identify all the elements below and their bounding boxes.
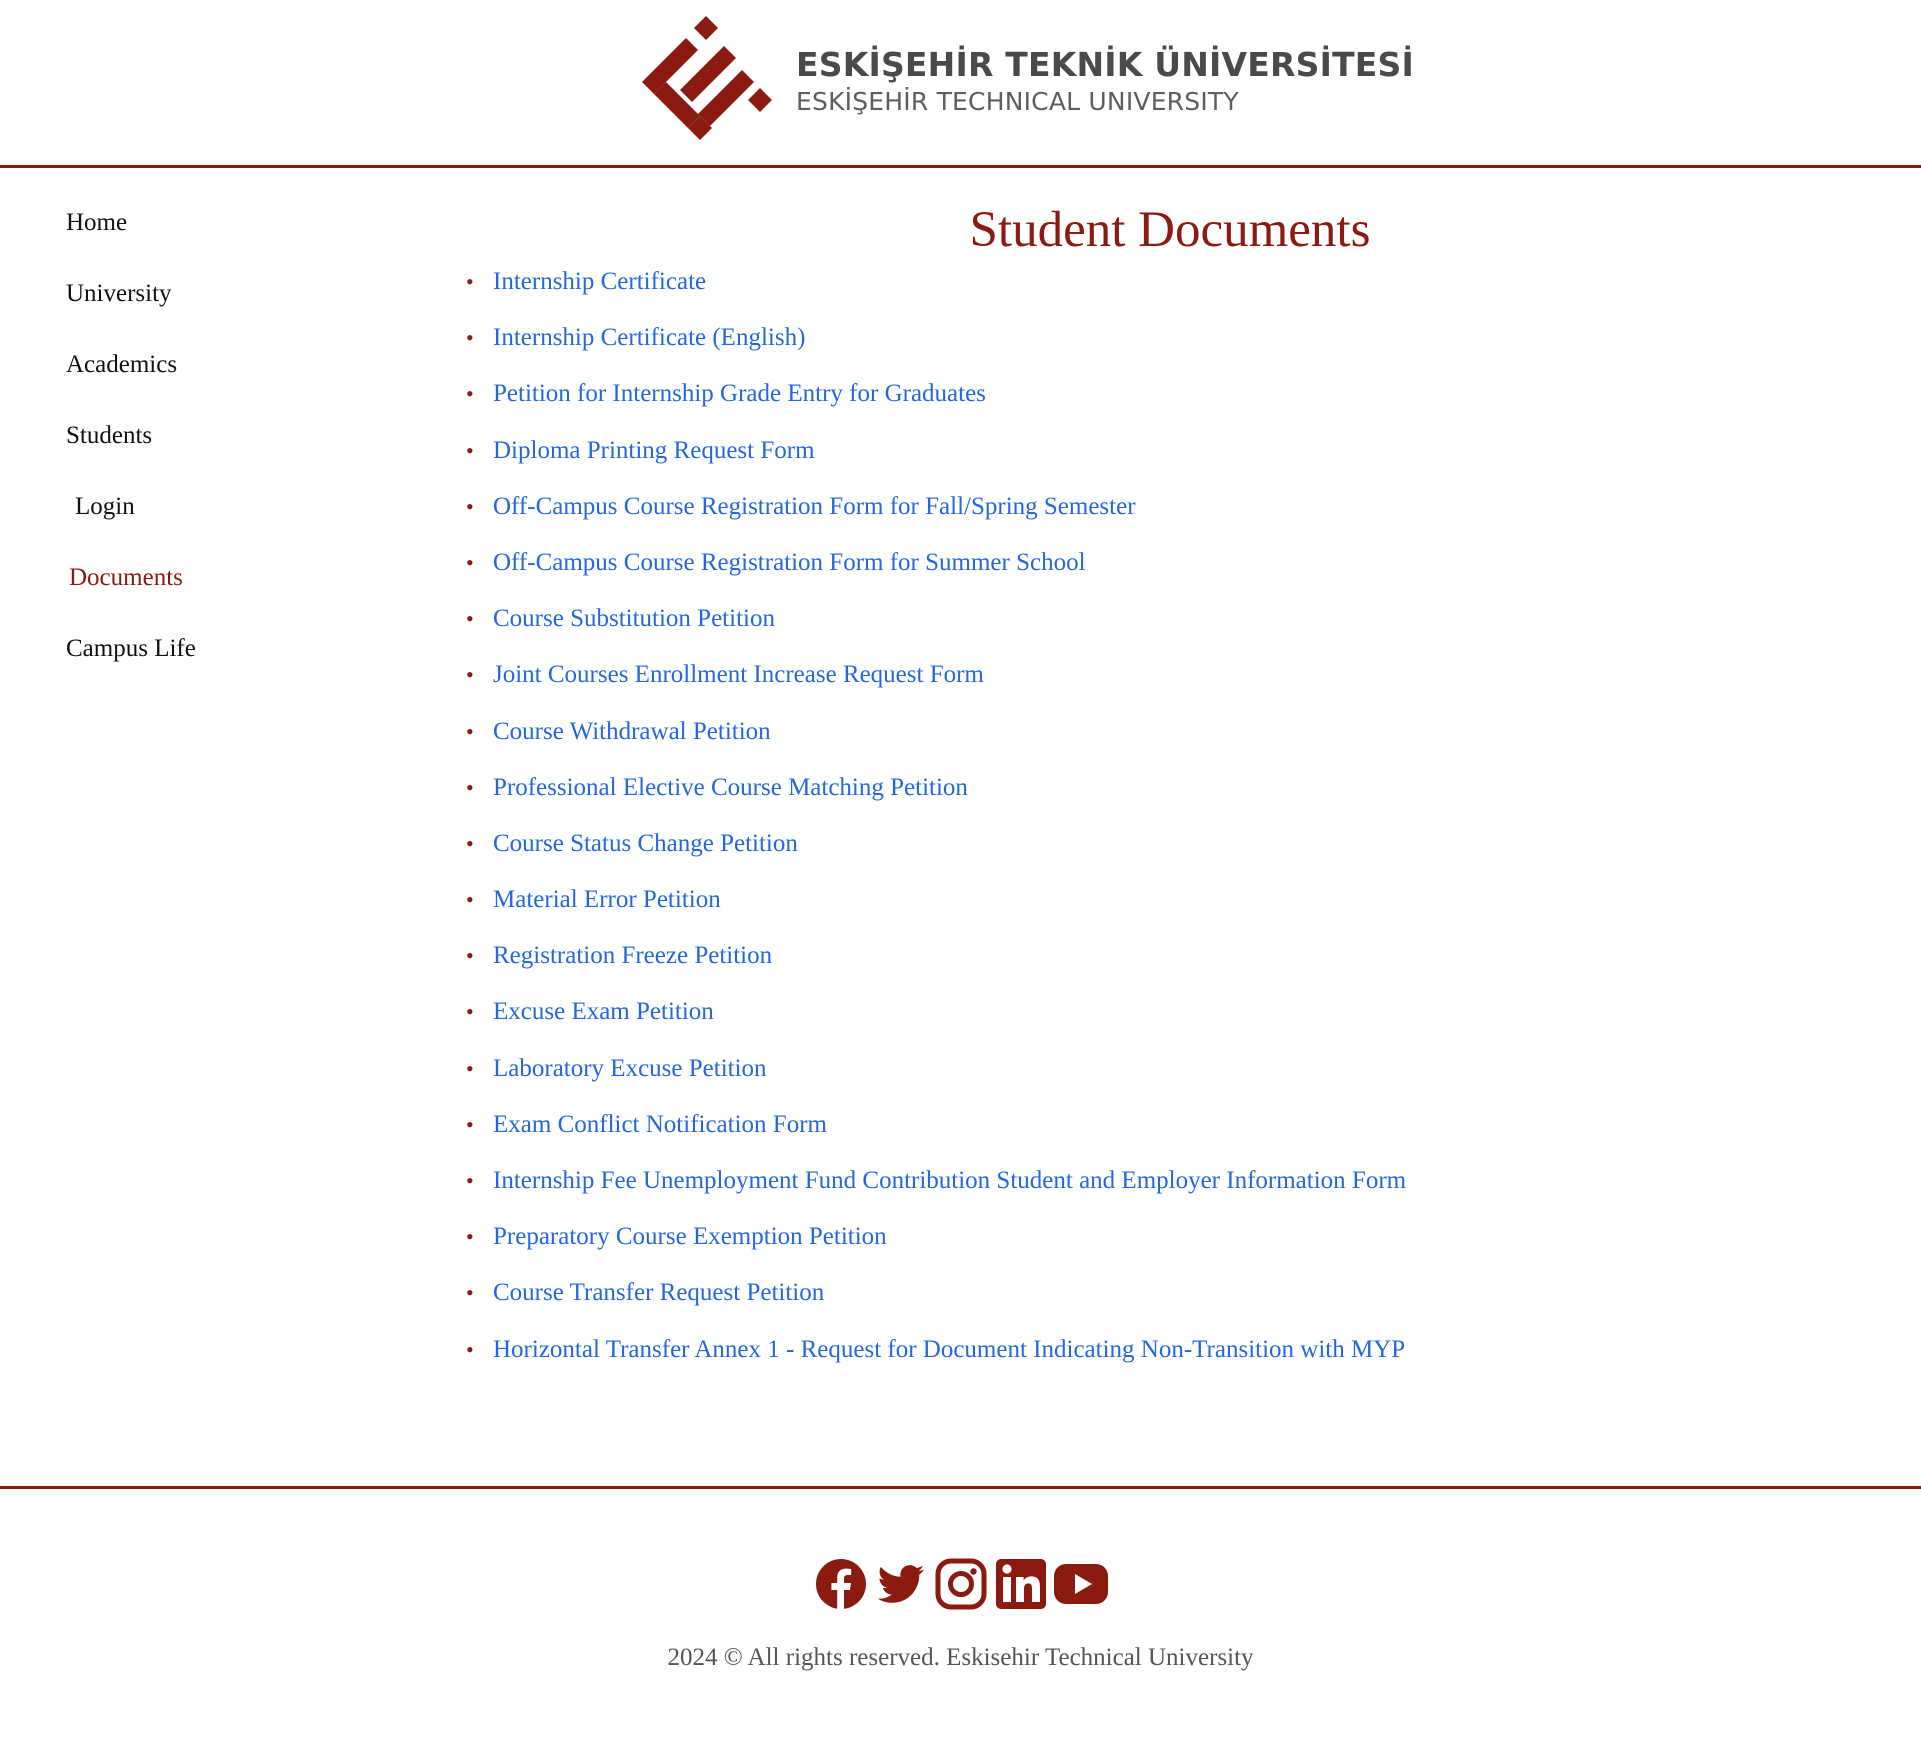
university-logo[interactable]: ESKİŞEHİR TEKNİK ÜNİVERSİTESİ ESKİŞEHİR …	[636, 12, 1414, 152]
list-item: • Internship Certificate (English)	[460, 318, 1780, 374]
document-link[interactable]: Internship Fee Unemployment Fund Contrib…	[493, 1167, 1406, 1194]
document-link[interactable]: Material Error Petition	[493, 886, 721, 913]
linkedin-icon[interactable]	[994, 1557, 1048, 1611]
bullet-icon: •	[466, 437, 474, 463]
bullet-icon: •	[466, 887, 474, 913]
document-link[interactable]: Diploma Printing Request Form	[493, 437, 815, 464]
site-footer: 2024 © All rights reserved. Eskisehir Te…	[0, 1486, 1921, 1748]
logo-text: ESKİŞEHİR TEKNİK ÜNİVERSİTESİ ESKİŞEHİR …	[796, 46, 1414, 118]
document-link[interactable]: Preparatory Course Exemption Petition	[493, 1223, 887, 1250]
bullet-icon: •	[466, 718, 474, 744]
document-link[interactable]: Excuse Exam Petition	[493, 998, 714, 1025]
bullet-icon: •	[466, 943, 474, 969]
logo-subtitle: ESKİŞEHİR TECHNICAL UNIVERSITY	[796, 87, 1239, 116]
list-item: • Off-Campus Course Registration Form for…	[460, 543, 1780, 599]
bullet-icon: •	[466, 830, 474, 856]
bullet-icon: •	[466, 549, 474, 575]
logo-mark-icon	[642, 16, 772, 140]
document-list: • Internship Certificate • Internship Cert…	[460, 262, 1780, 1386]
document-link[interactable]: Course Status Change Petition	[493, 830, 798, 857]
list-item: • Course Substitution Petition	[460, 599, 1780, 655]
document-link[interactable]: Joint Courses Enrollment Increase Reques…	[493, 661, 984, 688]
social-links	[0, 1557, 1921, 1611]
list-item: • Horizontal Transfer Annex 1 - Request f…	[460, 1330, 1780, 1386]
page-title: Student Documents	[969, 202, 1371, 258]
bullet-icon: •	[466, 1055, 474, 1081]
document-link[interactable]: Professional Elective Course Matching Pe…	[493, 774, 968, 801]
document-link[interactable]: Off-Campus Course Registration Form for …	[493, 493, 1136, 520]
list-item: • Professional Elective Course Matching P…	[460, 768, 1780, 824]
bullet-icon: •	[466, 1168, 474, 1193]
bullet-icon: •	[466, 774, 474, 800]
document-link[interactable]: Exam Conflict Notification Form	[493, 1111, 827, 1138]
youtube-icon[interactable]	[1053, 1557, 1108, 1611]
list-item: • Excuse Exam Petition	[460, 992, 1780, 1048]
bullet-icon: •	[466, 325, 474, 351]
sidebar-item-students[interactable]: Students	[66, 416, 366, 487]
list-item: • Petition for Internship Grade Entry for…	[460, 374, 1780, 430]
list-item: • Exam Conflict Notification Form	[460, 1105, 1780, 1161]
sidebar-nav: Home University Academics Students Login…	[66, 203, 366, 700]
list-item: • Registration Freeze Petition	[460, 936, 1780, 992]
list-item: • Joint Courses Enrollment Increase Reque…	[460, 655, 1780, 711]
sidebar-item-login[interactable]: Login	[66, 487, 366, 558]
document-link[interactable]: Registration Freeze Petition	[493, 942, 772, 969]
list-item: • Material Error Petition	[460, 880, 1780, 936]
site-header: ESKİŞEHİR TEKNİK ÜNİVERSİTESİ ESKİŞEHİR …	[0, 0, 1921, 168]
bullet-icon: •	[466, 606, 474, 632]
document-link[interactable]: Internship Certificate (English)	[493, 324, 805, 351]
logo-title: ESKİŞEHİR TEKNİK ÜNİVERSİTESİ	[796, 45, 1414, 84]
instagram-icon[interactable]	[934, 1557, 988, 1611]
document-link[interactable]: Course Transfer Request Petition	[493, 1279, 824, 1306]
bullet-icon: •	[466, 1224, 474, 1250]
bullet-icon: •	[466, 381, 474, 407]
list-item: • Course Withdrawal Petition	[460, 712, 1780, 768]
list-item: • Diploma Printing Request Form	[460, 431, 1780, 487]
document-link[interactable]: Horizontal Transfer Annex 1 - Request fo…	[493, 1336, 1405, 1363]
bullet-icon: •	[466, 662, 474, 688]
twitter-icon[interactable]	[874, 1557, 928, 1611]
document-link[interactable]: Course Withdrawal Petition	[493, 718, 771, 745]
document-link[interactable]: Off-Campus Course Registration Form for …	[493, 549, 1086, 576]
sidebar-item-university[interactable]: University	[66, 274, 366, 345]
list-item: • Off-Campus Course Registration Form for…	[460, 487, 1780, 543]
main-content: Student Documents • Internship Certificat…	[460, 200, 1780, 1386]
list-item: • Course Transfer Request Petition	[460, 1273, 1780, 1329]
sidebar-item-campus-life[interactable]: Campus Life	[66, 629, 366, 700]
sidebar-item-academics[interactable]: Academics	[66, 345, 366, 416]
document-link[interactable]: Petition for Internship Grade Entry for …	[493, 380, 986, 407]
document-link[interactable]: Laboratory Excuse Petition	[493, 1055, 767, 1082]
list-item: • Preparatory Course Exemption Petition	[460, 1217, 1780, 1273]
list-item: • Internship Fee Unemployment Fund Contri…	[460, 1161, 1780, 1217]
list-item: • Internship Certificate	[460, 262, 1780, 318]
list-item: • Laboratory Excuse Petition	[460, 1049, 1780, 1105]
document-link[interactable]: Course Substitution Petition	[493, 605, 775, 632]
list-item: • Course Status Change Petition	[460, 824, 1780, 880]
copyright-text: 2024 © All rights reserved. Eskisehir Te…	[667, 1644, 1254, 1671]
bullet-icon: •	[466, 1111, 474, 1137]
sidebar-item-documents[interactable]: Documents	[66, 558, 366, 629]
bullet-icon: •	[466, 1280, 474, 1306]
sidebar-item-home[interactable]: Home	[66, 203, 366, 274]
bullet-icon: •	[466, 493, 474, 519]
bullet-icon: •	[466, 1336, 474, 1362]
document-link[interactable]: Internship Certificate	[493, 268, 706, 295]
facebook-icon[interactable]	[814, 1557, 868, 1611]
bullet-icon: •	[466, 269, 474, 294]
bullet-icon: •	[466, 999, 474, 1025]
